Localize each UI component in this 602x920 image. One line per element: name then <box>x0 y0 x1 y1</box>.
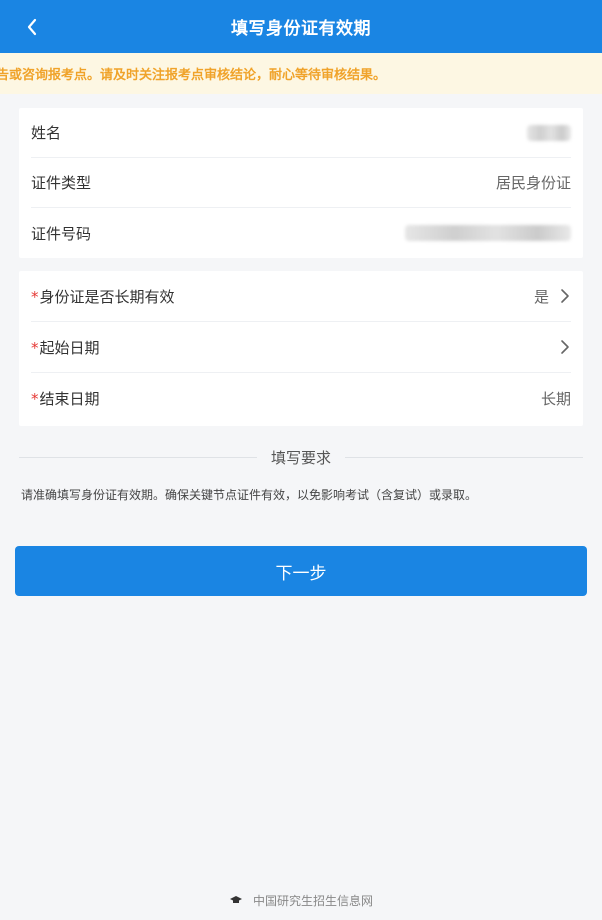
end-date-label: *结束日期 <box>31 388 100 409</box>
required-mark: * <box>31 287 39 306</box>
id-type-value: 居民身份证 <box>495 174 571 192</box>
mortarboard-icon <box>229 896 242 903</box>
id-number-value <box>405 225 571 241</box>
end-date-value: 长期 <box>540 390 571 408</box>
long-term-label: *身份证是否长期有效 <box>31 286 175 307</box>
start-date-value <box>549 339 571 355</box>
id-number-blurred <box>405 225 571 241</box>
chevron-left-icon <box>27 18 37 35</box>
name-value-blurred <box>527 124 571 141</box>
requirements-divider: 填写要求 <box>19 446 584 468</box>
notice-banner: 告或咨询报考点。请及时关注报考点审核结论，耐心等待审核结果。 <box>0 53 602 94</box>
id-type-row: 证件类型 居民身份证 <box>31 158 571 208</box>
start-date-row[interactable]: *起始日期 <box>31 322 571 373</box>
start-date-label-text: 起始日期 <box>39 338 100 357</box>
end-date-label-text: 结束日期 <box>39 390 100 408</box>
divider-line-left <box>19 456 257 458</box>
notice-text: 告或咨询报考点。请及时关注报考点审核结论，耐心等待审核结果。 <box>0 68 387 83</box>
start-date-label: *起始日期 <box>31 337 100 358</box>
header-bar: 填写身份证有效期 <box>0 0 602 53</box>
requirements-text: 请准确填写身份证有效期。确保关键节点证件有效，以免影响考试（含复试）或录取。 <box>21 488 478 502</box>
long-term-row[interactable]: *身份证是否长期有效 是 <box>31 271 571 322</box>
name-value <box>527 124 571 141</box>
id-number-row: 证件号码 <box>31 208 571 258</box>
long-term-label-text: 身份证是否长期有效 <box>39 287 175 306</box>
chevron-right-icon <box>561 340 569 354</box>
footer-text: 中国研究生招生信息网 <box>252 893 373 908</box>
long-term-value-text: 是 <box>533 287 549 306</box>
name-row: 姓名 <box>31 108 571 158</box>
page-title: 填写身份证有效期 <box>231 19 371 39</box>
validity-card: *身份证是否长期有效 是 *起始日期 *结束日期 长期 <box>19 271 583 426</box>
requirements-heading: 填写要求 <box>271 448 332 467</box>
back-button[interactable] <box>14 0 50 53</box>
id-type-label: 证件类型 <box>31 174 92 192</box>
long-term-value: 是 <box>534 286 571 307</box>
next-step-button[interactable]: 下一步 <box>15 546 587 596</box>
required-mark: * <box>31 390 39 408</box>
name-label: 姓名 <box>31 124 62 142</box>
required-mark: * <box>31 338 39 357</box>
divider-line-right <box>345 456 584 458</box>
footer: 中国研究生招生信息网 <box>0 890 602 910</box>
chevron-right-icon <box>561 289 569 303</box>
id-number-label: 证件号码 <box>31 224 92 243</box>
identity-info-card: 姓名 证件类型 居民身份证 证件号码 <box>19 108 583 258</box>
end-date-row: *结束日期 长期 <box>31 373 571 424</box>
